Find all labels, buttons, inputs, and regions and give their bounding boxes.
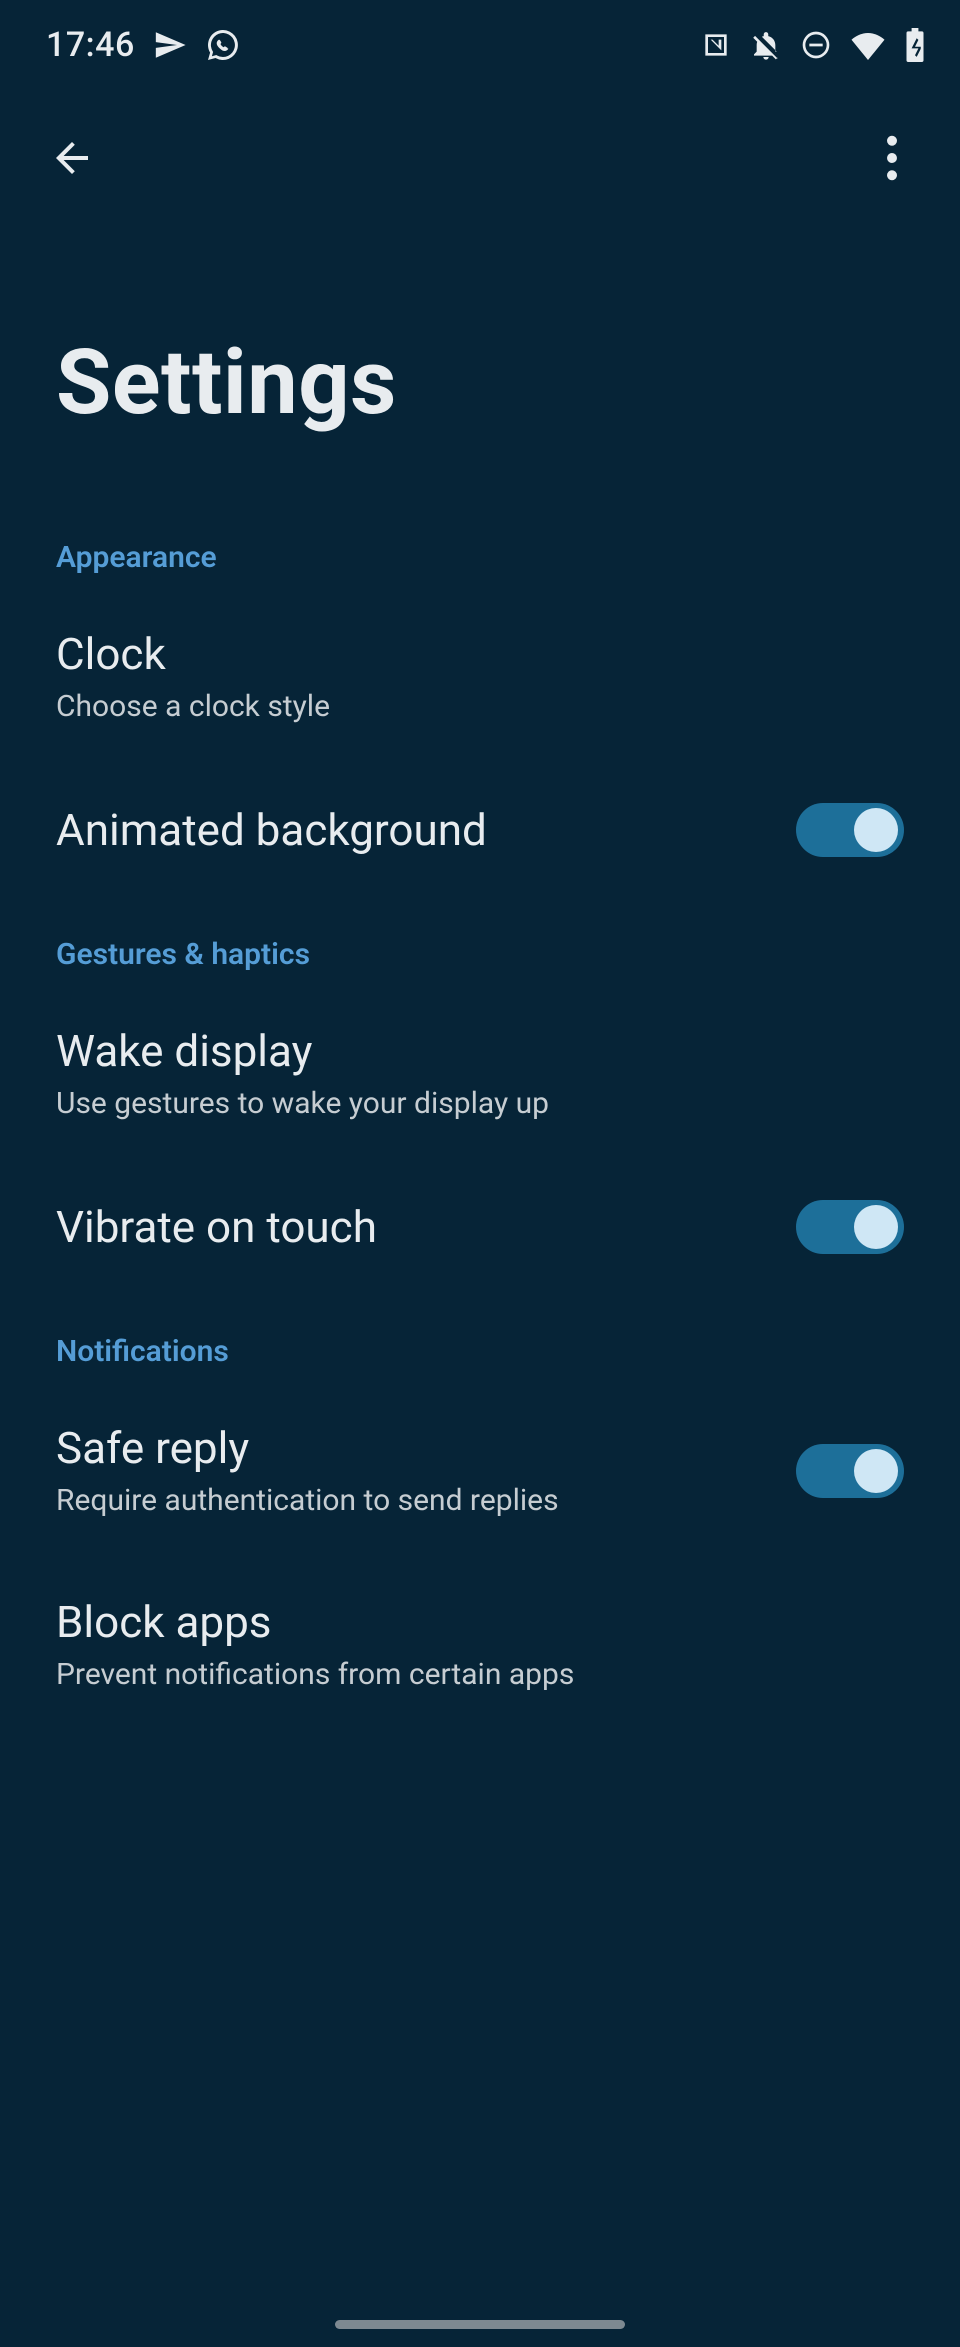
more-vert-icon [886,135,898,185]
settings-content: Appearance Clock Choose a clock style An… [0,540,960,1729]
setting-subtitle: Require authentication to send replies [56,1482,772,1520]
battery-charging-icon [904,28,926,62]
setting-title: Vibrate on touch [56,1202,772,1253]
telegram-icon [153,28,187,62]
setting-title: Safe reply [56,1423,772,1474]
setting-item-animated-background[interactable]: Animated background [56,761,904,893]
section-header-gestures: Gestures & haptics [56,937,904,972]
switch-thumb [854,808,898,852]
setting-title: Clock [56,629,904,680]
status-bar-right [700,28,926,62]
switch-thumb [854,1205,898,1249]
setting-subtitle: Use gestures to wake your display up [56,1085,904,1123]
arrow-back-icon [48,134,96,186]
overflow-menu-button[interactable] [856,124,928,196]
setting-title: Block apps [56,1597,904,1648]
section-header-notifications: Notifications [56,1334,904,1369]
setting-subtitle: Choose a clock style [56,688,904,726]
setting-title: Animated background [56,805,772,856]
notifications-off-icon [750,29,782,61]
back-button[interactable] [36,124,108,196]
status-bar-left: 17:46 [46,25,241,65]
section-header-appearance: Appearance [56,540,904,575]
setting-subtitle: Prevent notifications from certain apps [56,1656,904,1694]
setting-item-wake-display[interactable]: Wake display Use gestures to wake your d… [56,984,904,1158]
nfc-icon [700,29,732,61]
setting-item-clock[interactable]: Clock Choose a clock style [56,587,904,761]
switch-safe-reply[interactable] [796,1444,904,1498]
status-bar: 17:46 [0,0,960,90]
status-time: 17:46 [46,25,135,65]
setting-title: Wake display [56,1026,904,1077]
setting-item-block-apps[interactable]: Block apps Prevent notifications from ce… [56,1555,904,1729]
app-bar [0,105,960,215]
setting-item-safe-reply[interactable]: Safe reply Require authentication to sen… [56,1381,904,1555]
wifi-icon [850,30,886,60]
switch-animated-background[interactable] [796,803,904,857]
switch-thumb [854,1449,898,1493]
gesture-nav-bar[interactable] [335,2320,625,2329]
page-title: Settings [56,330,397,435]
switch-vibrate-on-touch[interactable] [796,1200,904,1254]
whatsapp-icon [205,27,241,63]
setting-item-vibrate-on-touch[interactable]: Vibrate on touch [56,1158,904,1290]
do-not-disturb-icon [800,29,832,61]
